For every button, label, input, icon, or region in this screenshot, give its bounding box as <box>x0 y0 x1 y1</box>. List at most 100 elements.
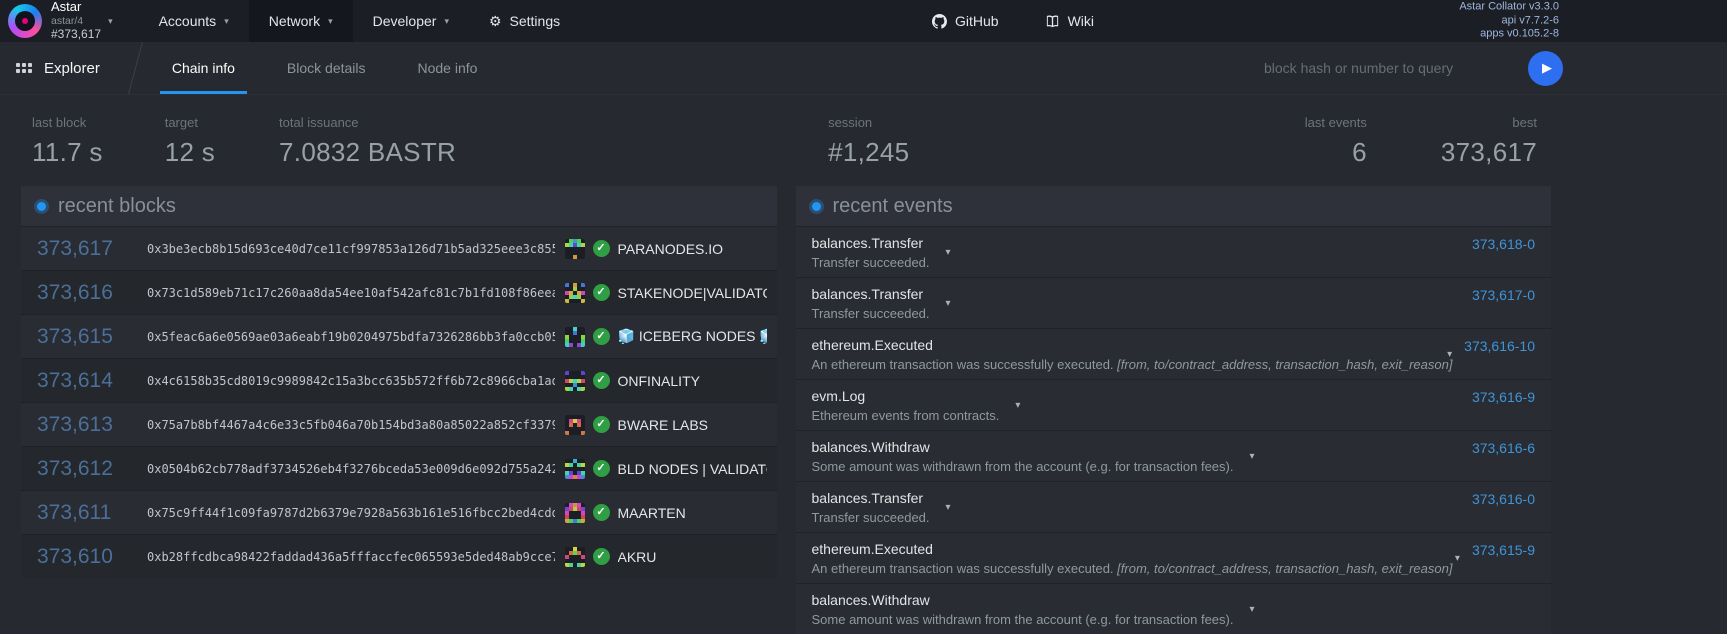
book-icon <box>1045 14 1060 29</box>
github-icon <box>932 14 947 29</box>
block-number-link[interactable]: 373,610 <box>37 545 147 569</box>
block-number-link[interactable]: 373,612 <box>37 457 147 481</box>
version-collator: Astar Collator v3.3.0 <box>1459 1 1559 15</box>
success-check-icon: ✓ <box>593 372 610 389</box>
astar-logo[interactable] <box>8 4 42 38</box>
tab-node-info[interactable]: Node info <box>392 42 504 94</box>
block-query: ▶ <box>1262 51 1563 86</box>
stat-value: 7.0832 BASTR <box>279 137 456 168</box>
validator-name: AKRU <box>618 549 657 565</box>
event-row: balances.TransferTransfer succeeded.▾373… <box>796 481 1552 532</box>
event-name: balances.Withdraw <box>812 592 1234 608</box>
expand-caret-icon[interactable]: ▾ <box>946 502 951 513</box>
stat-label: best <box>1441 115 1537 130</box>
event-row: evm.LogEthereum events from contracts.▾3… <box>796 379 1552 430</box>
block-author: ✓ONFINALITY <box>565 371 767 391</box>
block-hash: 0x3be3ecb8b15d693ce40d7ce11cf997853a126d… <box>147 242 555 256</box>
block-number-link[interactable]: 373,614 <box>37 369 147 393</box>
gear-icon: ⚙ <box>489 13 502 30</box>
top-navigation-bar: Astar astar/4 #373,617 ▾ Accounts▾Networ… <box>0 0 1727 42</box>
event-description: Some amount was withdrawn from the accou… <box>812 459 1234 474</box>
block-number-link[interactable]: 373,617 <box>37 237 147 261</box>
event-summary: balances.Withdraw Some amount was withdra… <box>812 439 1234 474</box>
event-summary: balances.TransferTransfer succeeded. <box>812 286 930 321</box>
event-block-link[interactable]: 373,618-0 <box>1460 235 1535 252</box>
event-name: ethereum.Executed <box>812 337 1432 353</box>
link-wiki[interactable]: Wiki <box>1045 13 1094 29</box>
block-number-link[interactable]: 373,611 <box>37 501 147 525</box>
event-row: ethereum.ExecutedAn ethereum transaction… <box>796 328 1552 379</box>
expand-caret-icon[interactable]: ▾ <box>1015 400 1020 411</box>
stat-session: session#1,245 <box>828 115 909 168</box>
recent-events-icon <box>812 202 821 211</box>
tab-bar: Explorer Chain infoBlock detailsNode inf… <box>0 42 1727 95</box>
block-number-link[interactable]: 373,616 <box>37 281 147 305</box>
event-block-link[interactable]: 373,616-0 <box>1460 490 1535 507</box>
stat-value: 11.7 s <box>32 137 103 168</box>
block-author: ✓STAKENODE|VALIDATO <box>565 283 767 303</box>
menu-item-label: Developer <box>373 13 437 29</box>
validator-name: 🧊 ICEBERG NODES 🧊 <box>618 328 767 345</box>
success-check-icon: ✓ <box>593 284 610 301</box>
expand-caret-icon[interactable]: ▾ <box>1249 604 1254 615</box>
chain-selector[interactable]: Astar astar/4 #373,617 ▾ <box>51 0 113 42</box>
block-hash: 0x73c1d589eb71c17c260aa8da54ee10af542afc… <box>147 286 555 300</box>
tabs: Chain infoBlock detailsNode info <box>146 42 504 94</box>
event-block-link[interactable]: 373,616-6 <box>1460 439 1535 456</box>
search-input[interactable] <box>1262 59 1518 77</box>
tab-block-details[interactable]: Block details <box>261 42 392 94</box>
block-hash: 0x5feac6a6e0569ae03a6eabf19b0204975bdfa7… <box>147 330 555 344</box>
recent-events-header: recent events <box>796 186 1552 226</box>
event-description: Transfer succeeded. <box>812 510 930 525</box>
menu-item-label: Settings <box>510 13 561 29</box>
menu-item-settings[interactable]: ⚙ Settings <box>469 0 580 42</box>
success-check-icon: ✓ <box>593 328 610 345</box>
block-row: 373,6110x75c9ff44f1c09fa9787d2b6379e7928… <box>21 490 777 534</box>
recent-blocks-title: recent blocks <box>58 195 176 218</box>
version-info: Astar Collator v3.3.0 api v7.7.2-6 apps … <box>1459 1 1559 42</box>
identicon <box>565 503 585 523</box>
expand-caret-icon[interactable]: ▾ <box>946 247 951 258</box>
section-label: Explorer <box>44 60 100 77</box>
success-check-icon: ✓ <box>593 548 610 565</box>
block-hash: 0x75c9ff44f1c09fa9787d2b6379e7928a563b16… <box>147 506 555 520</box>
event-name: balances.Withdraw <box>812 439 1234 455</box>
success-check-icon: ✓ <box>593 460 610 477</box>
identicon <box>565 459 585 479</box>
menu-item-accounts[interactable]: Accounts▾ <box>139 0 249 42</box>
recent-events-list: balances.TransferTransfer succeeded.▾373… <box>796 226 1552 634</box>
tab-chain-info[interactable]: Chain info <box>146 42 261 94</box>
query-submit-button[interactable]: ▶ <box>1528 51 1563 86</box>
expand-caret-icon[interactable]: ▾ <box>1249 451 1254 462</box>
block-author: ✓BLD NODES | VALIDATO <box>565 459 767 479</box>
link-github[interactable]: GitHub <box>932 13 999 29</box>
expand-caret-icon[interactable]: ▾ <box>946 298 951 309</box>
block-row: 373,6120x0504b62cb778adf3734526eb4f3276b… <box>21 446 777 490</box>
event-block-link[interactable]: 373,615-9 <box>1460 541 1535 558</box>
event-name: balances.Transfer <box>812 286 930 302</box>
event-block-link[interactable] <box>1523 592 1535 593</box>
event-row: balances.TransferTransfer succeeded.▾373… <box>796 226 1552 277</box>
stat-last-block: last block11.7 s <box>32 115 103 168</box>
menu-item-network[interactable]: Network▾ <box>249 0 353 42</box>
block-number-link[interactable]: 373,615 <box>37 325 147 349</box>
validator-name: PARANODES.IO <box>618 241 724 257</box>
chevron-down-icon: ▾ <box>108 16 113 27</box>
event-name: balances.Transfer <box>812 235 930 251</box>
event-block-link[interactable]: 373,616-9 <box>1460 388 1535 405</box>
stat-value: #1,245 <box>828 137 909 168</box>
block-author: ✓PARANODES.IO <box>565 239 767 259</box>
block-author: ✓MAARTEN <box>565 503 767 523</box>
version-api: api v7.7.2-6 <box>1459 14 1559 28</box>
block-author: ✓BWARE LABS <box>565 415 767 435</box>
event-block-link[interactable]: 373,616-10 <box>1452 337 1535 354</box>
summary-stats: last block11.7 starget12 stotal issuance… <box>0 95 1727 184</box>
explorer-icon <box>16 63 32 73</box>
event-block-link[interactable]: 373,617-0 <box>1460 286 1535 303</box>
play-icon: ▶ <box>1542 60 1552 76</box>
block-number-link[interactable]: 373,613 <box>37 413 147 437</box>
link-label: Wiki <box>1068 13 1094 29</box>
menu-item-label: Network <box>269 13 320 29</box>
block-author: ✓ AKRU <box>565 547 767 567</box>
menu-item-developer[interactable]: Developer▾ <box>353 0 469 42</box>
